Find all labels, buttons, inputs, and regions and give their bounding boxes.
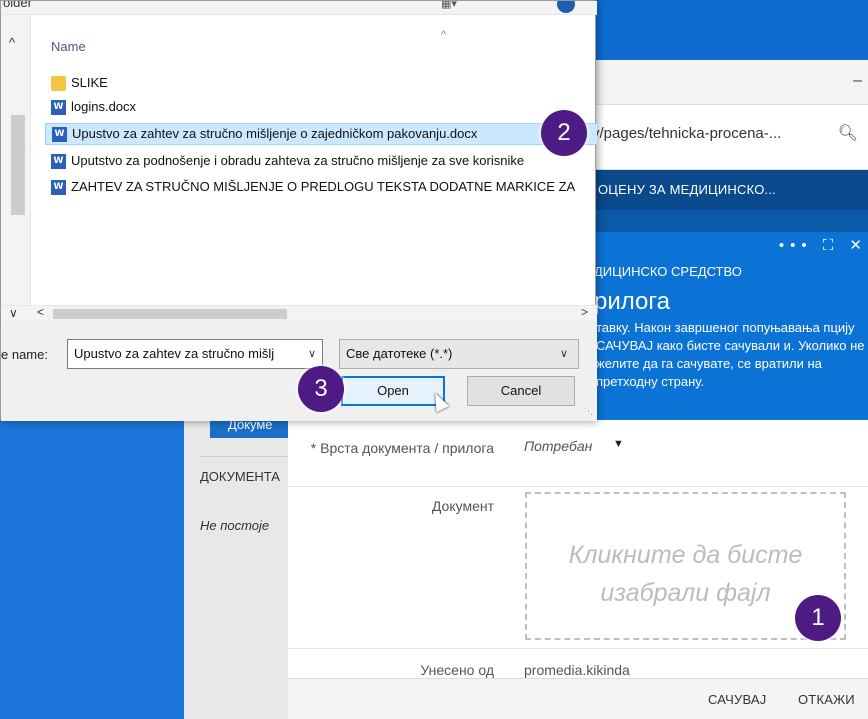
file-open-dialog: older ▦▾ ^ ∨ Name ^ SLIKE W logins.docx … (0, 0, 597, 421)
step-badge-1: 1 (795, 595, 841, 641)
step-badge-2: 2 (541, 110, 587, 156)
panel-toolbar[interactable]: ••• ⛶ ✕ (779, 236, 868, 254)
divider (288, 486, 868, 487)
scroll-up-icon[interactable]: ^ (9, 35, 15, 50)
scroll-right-icon[interactable]: > (581, 305, 588, 319)
file-type-select[interactable]: Све датотеке (*.*) ∨ (339, 339, 579, 369)
entered-by-value: promedia.kikinda (524, 662, 630, 678)
resize-grip-icon[interactable]: ⋱ (584, 406, 593, 417)
magnifier-icon[interactable]: 🔍︎ (838, 123, 858, 143)
word-doc-icon: W (52, 127, 67, 142)
list-item[interactable]: W ZAHTEV ZA STRUČNO MIŠLJENJE O PREDLOGU… (45, 177, 597, 199)
page-header-title: ОЦЕНУ ЗА МЕДИЦИНСКО... (598, 182, 776, 197)
panel-subtitle: ДИЦИНСКО СРЕДСТВО (594, 264, 742, 279)
page-header: ОЦЕНУ ЗА МЕДИЦИНСКО... (588, 170, 868, 210)
dropzone-text[interactable]: Кликните да бисте изабрали фајл (527, 536, 844, 612)
list-item-selected[interactable]: W Upustvo za zahtev za stručno mišljenje… (45, 123, 597, 145)
file-name[interactable]: SLIKE (71, 75, 108, 90)
background-list-area: Докуме ДОКУМЕНТА Не постоје (184, 400, 288, 719)
file-name[interactable]: Upustvo za zahtev za stručno mišljenje o… (72, 126, 477, 141)
cancel-form-button[interactable]: ОТКАЖИ (798, 692, 855, 707)
panel-title: рилога (594, 288, 670, 315)
list-item[interactable]: W Uputstvo za podnošenje i obradu zahtev… (45, 151, 597, 173)
file-name[interactable]: Uputstvo za podnošenje i obradu zahteva … (71, 153, 524, 168)
save-button[interactable]: САЧУВАЈ (708, 692, 767, 707)
divider (200, 456, 288, 457)
browser-titlebar: – (588, 60, 868, 105)
cancel-button[interactable]: Cancel (467, 376, 575, 406)
vertical-scrollbar[interactable]: ^ ∨ (1, 15, 31, 319)
browser-background (588, 0, 868, 60)
document-label: Документ (431, 498, 494, 514)
address-bar[interactable]: y/pages/tehnicka-procena-... 🔍︎ (588, 105, 868, 170)
file-name-label: e name: (1, 347, 48, 362)
file-name-input[interactable]: Upustvo za zahtev za stručno mišlj ∨ (67, 339, 323, 369)
scroll-left-icon[interactable]: < (37, 305, 44, 319)
file-name[interactable]: ZAHTEV ZA STRUČNO MIŠLJENJE O PREDLOGU T… (71, 179, 575, 194)
list-item[interactable]: SLIKE (45, 73, 597, 95)
word-doc-icon: W (51, 154, 66, 169)
chevron-down-icon[interactable]: ∨ (308, 347, 316, 360)
word-doc-icon: W (51, 100, 66, 115)
dialog-bottom-bar: e name: Upustvo za zahtev za stručno miš… (1, 321, 597, 421)
file-name[interactable]: logins.docx (71, 99, 136, 114)
dialog-title: older (3, 1, 32, 10)
name-column-header[interactable]: Name (51, 39, 86, 54)
file-list: Name ^ SLIKE W logins.docx W Upustvo za … (31, 15, 597, 305)
documents-heading: ДОКУМЕНТА (200, 469, 280, 484)
scroll-thumb[interactable] (11, 115, 25, 215)
doc-type-select[interactable]: Потребан (524, 438, 592, 454)
page-subheader (588, 210, 868, 232)
entered-by-label: Унесено од (420, 662, 494, 678)
caret-down-icon[interactable]: ▼ (613, 438, 624, 450)
help-icon[interactable] (557, 1, 575, 13)
step-badge-3: 3 (298, 366, 344, 412)
view-options-icon[interactable]: ▦▾ (441, 1, 457, 10)
chevron-down-icon[interactable]: ∨ (9, 306, 18, 320)
chevron-down-icon[interactable]: ∨ (560, 347, 568, 360)
folder-icon (51, 76, 66, 91)
left-background (0, 400, 210, 719)
hscroll-thumb[interactable] (53, 309, 287, 319)
form-footer: САЧУВАЈ ОТКАЖИ (288, 678, 868, 719)
dialog-titlebar: older ▦▾ (1, 1, 597, 15)
file-name-value[interactable]: Upustvo za zahtev za stručno mišlj (74, 346, 274, 361)
horizontal-scrollbar[interactable]: ∨ < > (1, 305, 597, 321)
minimize-button[interactable]: – (853, 72, 862, 90)
list-item[interactable]: W logins.docx (45, 97, 597, 119)
url-text[interactable]: y/pages/tehnicka-procena-... (592, 125, 781, 142)
dialog-header-panel: ••• ⛶ ✕ ДИЦИНСКО СРЕДСТВО рилога тавку. … (588, 232, 868, 420)
sort-caret-icon: ^ (441, 29, 447, 41)
panel-description: тавку. Након завршеног попуњавања пцију … (596, 320, 865, 389)
word-doc-icon: W (51, 180, 66, 195)
divider (288, 648, 868, 649)
doc-type-label: * Врста документа / прилога (310, 440, 494, 456)
file-type-value[interactable]: Све датотеке (*.*) (346, 346, 452, 361)
empty-message: Не постоје (200, 518, 270, 533)
document-form: * Врста документа / прилога Потребан ▼ Д… (288, 420, 868, 719)
open-button[interactable]: Open (341, 376, 445, 406)
